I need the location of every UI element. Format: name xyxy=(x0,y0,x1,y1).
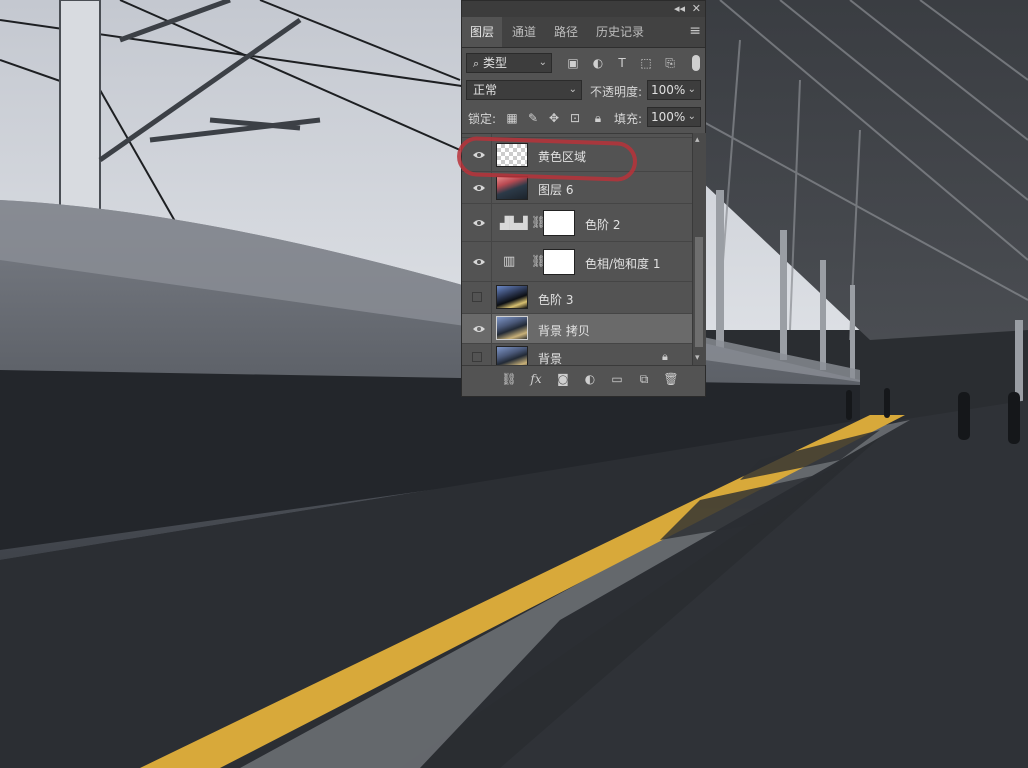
scrollbar-thumb[interactable] xyxy=(695,237,703,347)
tab-history[interactable]: 历史记录 xyxy=(588,17,652,47)
layer-name[interactable]: 图层 6 xyxy=(538,181,573,198)
mask-thumbnail xyxy=(543,210,575,236)
lock-image-icon[interactable]: ✎ xyxy=(525,110,541,126)
layer-row[interactable]: ▟▙▟ ⛓ 色阶 2 xyxy=(462,204,692,242)
tab-paths[interactable]: 路径 xyxy=(546,17,586,47)
filter-type-label: 类型 xyxy=(483,56,508,70)
visibility-cell[interactable] xyxy=(462,204,492,241)
layer-style-fx-icon[interactable]: fx xyxy=(528,371,544,387)
lock-position-icon[interactable]: ✥ xyxy=(546,110,562,126)
blend-mode-select[interactable]: 正常 ⌄ xyxy=(466,80,582,100)
lock-transparent-icon[interactable]: ▦ xyxy=(504,110,520,126)
adjustment-filter-icon[interactable]: ◐ xyxy=(590,55,606,71)
lock-label: 锁定: xyxy=(468,112,497,126)
close-panel-button[interactable]: ✕ xyxy=(692,2,701,15)
layers-panel: ◂◂ ✕ 图层 通道 路径 历史记录 ≡ ⌕ 类型 ⌄ ▣ ◐ T ⬚ ⎘ 正常… xyxy=(461,0,706,397)
eye-icon[interactable] xyxy=(472,324,486,334)
lock-artboard-icon[interactable]: ⊡ xyxy=(567,110,583,126)
image-thumbnail xyxy=(496,285,528,309)
chevron-down-icon: ⌄ xyxy=(568,84,577,95)
new-layer-icon[interactable]: ⧉ xyxy=(636,371,652,387)
panel-tabs: 图层 通道 路径 历史记录 ≡ xyxy=(462,17,705,48)
new-adjustment-icon[interactable]: ◐ xyxy=(582,371,598,387)
layer-name[interactable]: 色阶 3 xyxy=(538,291,573,308)
filter-type-select[interactable]: ⌕ 类型 ⌄ xyxy=(466,53,552,73)
lock-all-icon[interactable]: 🔒︎ xyxy=(590,110,606,126)
filter-row: ⌕ 类型 ⌄ ▣ ◐ T ⬚ ⎘ xyxy=(462,51,705,75)
smart-object-filter-icon[interactable]: ⎘ xyxy=(662,55,678,71)
layers-scrollbar[interactable]: ▴ ▾ xyxy=(692,133,706,365)
hue-saturation-icon: ▥ xyxy=(503,254,516,269)
tab-layers[interactable]: 图层 xyxy=(462,17,502,47)
visibility-cell[interactable] xyxy=(462,344,492,366)
lock-icon: 🔒︎ xyxy=(662,350,668,363)
layer-name[interactable]: 背景 拷贝 xyxy=(538,322,590,339)
eye-icon[interactable] xyxy=(472,183,486,193)
visibility-cell[interactable] xyxy=(462,242,492,281)
image-thumbnail xyxy=(496,346,528,366)
hidden-visibility-box[interactable] xyxy=(472,352,482,362)
scroll-up-icon[interactable]: ▴ xyxy=(695,135,700,145)
blend-mode-value: 正常 xyxy=(473,83,498,97)
hidden-visibility-box[interactable] xyxy=(472,292,482,302)
delete-layer-trash-icon[interactable]: 🗑︎ xyxy=(663,371,679,387)
opacity-label: 不透明度: xyxy=(590,85,643,99)
search-icon: ⌕ xyxy=(473,57,480,70)
scroll-down-icon[interactable]: ▾ xyxy=(695,353,700,363)
layer-name[interactable]: 背景 xyxy=(538,350,562,366)
eye-icon[interactable] xyxy=(472,218,486,228)
blend-row: 正常 ⌄ 不透明度: 100% ⌄ xyxy=(462,79,705,103)
opacity-value: 100% xyxy=(651,83,686,97)
layer-row-selected[interactable]: 背景 拷贝 xyxy=(462,314,692,344)
mask-thumbnail xyxy=(543,249,575,275)
eye-icon[interactable] xyxy=(472,257,486,267)
pixel-filter-icon[interactable]: ▣ xyxy=(565,55,581,71)
visibility-cell[interactable] xyxy=(462,314,492,343)
collapse-panel-button[interactable]: ◂◂ xyxy=(674,2,685,15)
type-filter-icon[interactable]: T xyxy=(614,55,630,71)
chevron-down-icon: ⌄ xyxy=(687,84,696,95)
panel-top-strip: ◂◂ ✕ xyxy=(462,1,705,17)
filter-toggle-switch[interactable] xyxy=(692,55,700,71)
add-mask-icon[interactable]: ◙ xyxy=(555,371,571,387)
visibility-cell[interactable] xyxy=(462,282,492,313)
fill-value: 100% xyxy=(651,110,686,124)
layer-row[interactable]: 色阶 3 xyxy=(462,282,692,314)
opacity-input[interactable]: 100% ⌄ xyxy=(647,80,701,100)
fill-input[interactable]: 100% ⌄ xyxy=(647,107,701,127)
layer-name[interactable]: 色相/饱和度 1 xyxy=(585,255,661,272)
fill-label: 填充: xyxy=(614,112,643,126)
lock-row: 锁定: ▦ ✎ ✥ ⊡ 🔒︎ 填充: 100% ⌄ xyxy=(462,106,705,130)
link-layers-icon[interactable]: ⛓ xyxy=(501,371,517,387)
chevron-down-icon: ⌄ xyxy=(687,111,696,122)
levels-adjustment-icon: ▟▙▟ xyxy=(500,216,528,230)
layer-row[interactable]: 背景 🔒︎ xyxy=(462,344,692,366)
chevron-down-icon: ⌄ xyxy=(538,57,547,68)
red-highlight-annotation xyxy=(456,135,638,183)
layers-bottom-toolbar: ⛓ fx ◙ ◐ ▭ ⧉ 🗑︎ xyxy=(462,365,705,392)
image-thumbnail xyxy=(496,176,528,200)
panel-menu-icon[interactable]: ≡ xyxy=(689,23,701,39)
new-group-folder-icon[interactable]: ▭ xyxy=(609,371,625,387)
image-thumbnail xyxy=(496,316,528,340)
tab-channels[interactable]: 通道 xyxy=(504,17,544,47)
layer-name[interactable]: 色阶 2 xyxy=(585,216,620,233)
shape-filter-icon[interactable]: ⬚ xyxy=(638,55,654,71)
layer-row[interactable]: ▥ ⛓ 色相/饱和度 1 xyxy=(462,242,692,282)
